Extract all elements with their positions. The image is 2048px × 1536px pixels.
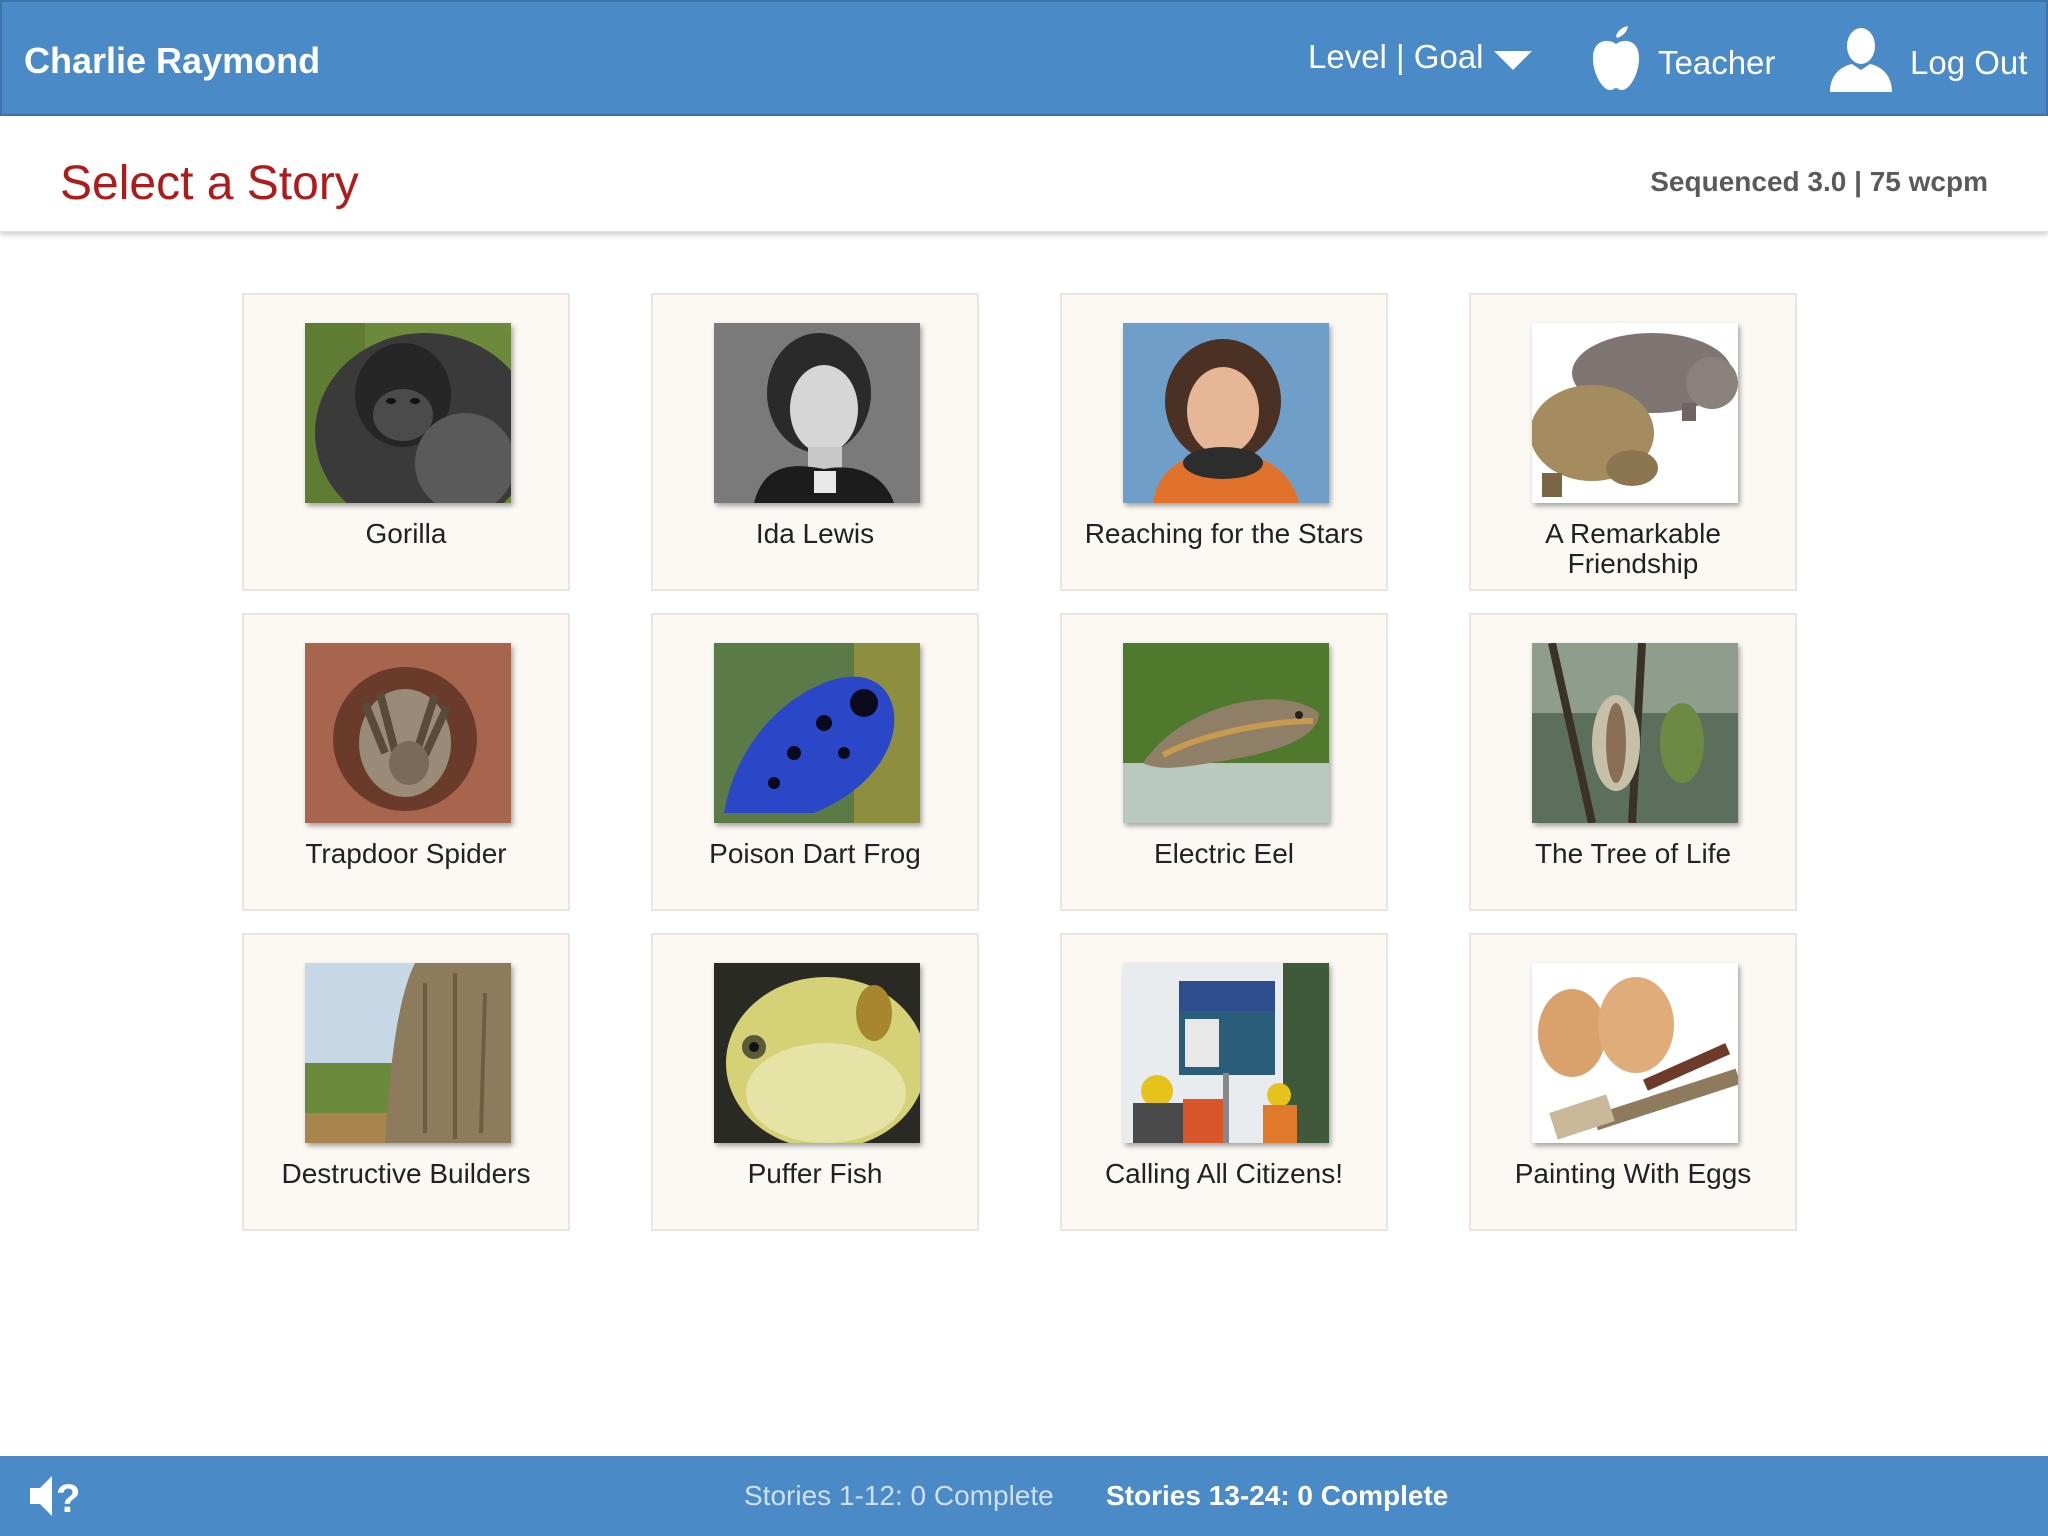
user-name: Charlie Raymond [24,40,321,81]
story-image-puffer-fish [714,963,920,1143]
story-title: Reaching for the Stars [1084,518,1364,549]
logout-label: Log Out [1910,44,2028,81]
story-image-poison-dart-frog [714,643,920,823]
story-image-reaching-for-the-stars [1123,323,1329,503]
story-title: Trapdoor Spider [305,838,507,869]
story-card-electric-eel[interactable]: Electric Eel [1060,613,1388,911]
story-image-destructive-builders [305,963,511,1143]
story-title: Gorilla [365,518,447,549]
story-card-ida-lewis[interactable]: Ida Lewis [651,293,979,591]
audio-help-button[interactable]: ? [28,1470,90,1522]
story-title: Calling All Citizens! [1104,1158,1344,1189]
chevron-down-icon [1493,50,1532,70]
story-image-trapdoor-spider [305,643,511,823]
story-image-electric-eel [1123,643,1329,823]
story-card-the-tree-of-life[interactable]: The Tree of Life [1469,613,1797,911]
story-title: A Remarkable Friendship [1545,518,1721,579]
apple-icon [1590,26,1642,100]
story-title: Painting With Eggs [1514,1158,1752,1189]
story-card-puffer-fish[interactable]: Puffer Fish [651,933,979,1231]
story-image-painting-with-eggs [1532,963,1738,1143]
svg-text:?: ? [56,1477,80,1521]
story-card-painting-with-eggs[interactable]: Painting With Eggs [1469,933,1797,1231]
teacher-label: Teacher [1658,44,1776,81]
story-title: The Tree of Life [1534,838,1732,869]
top-bar: Charlie Raymond Level | Goal Teacher Log… [0,0,2048,116]
story-card-calling-all-citizens[interactable]: Calling All Citizens! [1060,933,1388,1231]
story-image-gorilla [305,323,511,503]
footer-bar: ? Stories 1-12: 0 Complete Stories 13-24… [0,1456,2048,1536]
story-grid: Gorilla Ida Lewis Reaching for the Stars… [242,293,1798,1231]
stories-13-24-link[interactable]: Stories 13-24: 0 Complete [1106,1480,1448,1512]
story-image-the-tree-of-life [1532,643,1738,823]
story-title: Destructive Builders [281,1158,531,1189]
story-image-calling-all-citizens [1123,963,1329,1143]
page-header: Select a Story Sequenced 3.0 | 75 wcpm [0,116,2048,232]
user-icon [1828,26,1894,100]
level-goal-label: Level | Goal [1308,38,1484,75]
story-card-reaching-for-the-stars[interactable]: Reaching for the Stars [1060,293,1388,591]
teacher-button[interactable]: Teacher [1590,26,1775,100]
speaker-help-icon: ? [30,1476,80,1521]
story-card-gorilla[interactable]: Gorilla [242,293,570,591]
story-card-poison-dart-frog[interactable]: Poison Dart Frog [651,613,979,911]
story-card-a-remarkable-friendship[interactable]: A Remarkable Friendship [1469,293,1797,591]
story-image-a-remarkable-friendship [1532,323,1738,503]
page-title: Select a Story [60,157,359,210]
story-title: Poison Dart Frog [709,838,921,869]
level-info: Sequenced 3.0 | 75 wcpm [1650,166,1988,197]
story-title: Electric Eel [1153,838,1295,869]
story-image-ida-lewis [714,323,920,503]
story-title: Puffer Fish [747,1158,883,1189]
story-card-trapdoor-spider[interactable]: Trapdoor Spider [242,613,570,911]
level-goal-dropdown[interactable]: Level | Goal [1308,32,1532,82]
story-title: Ida Lewis [755,518,875,549]
logout-button[interactable]: Log Out [1828,26,2027,100]
story-select-page: Charlie Raymond Level | Goal Teacher Log… [0,0,2048,1536]
story-card-destructive-builders[interactable]: Destructive Builders [242,933,570,1231]
stories-1-12-link[interactable]: Stories 1-12: 0 Complete [744,1480,1054,1512]
